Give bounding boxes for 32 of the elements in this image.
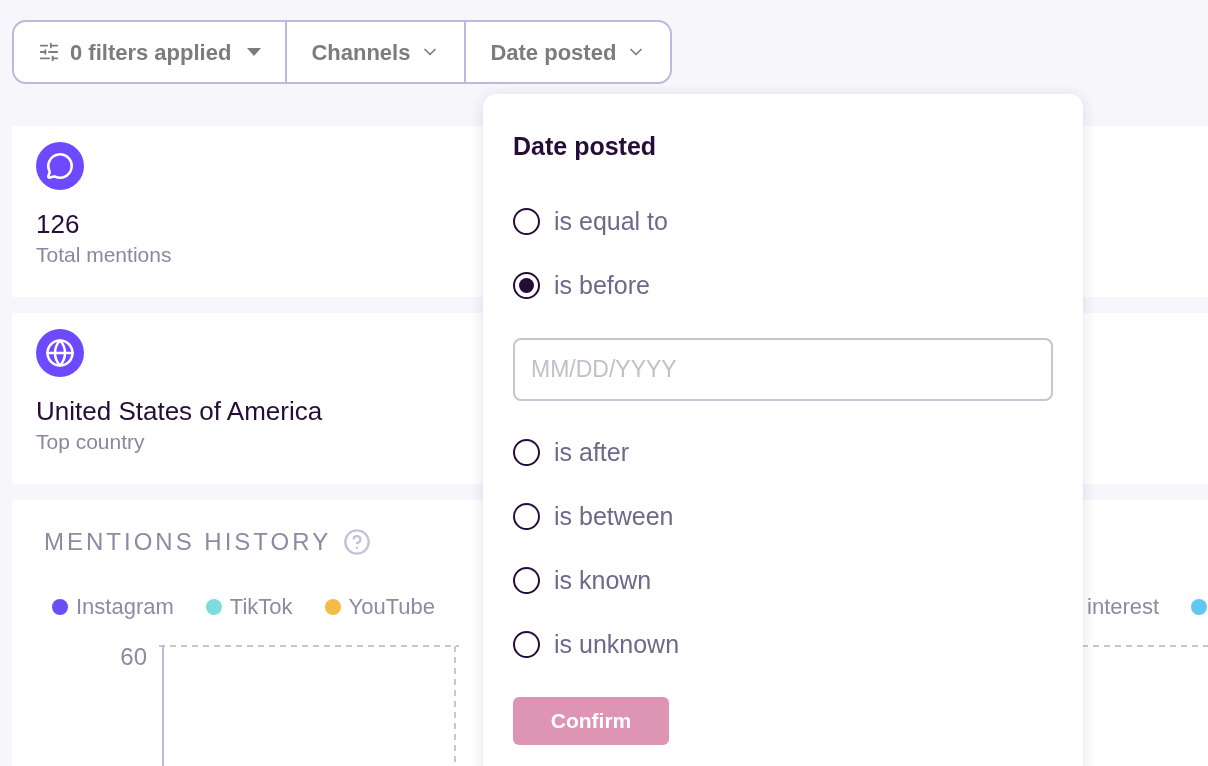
sliders-icon [38,41,60,63]
radio-option[interactable]: is equal to [513,189,668,254]
filter-dropdown[interactable]: Channels [285,22,465,82]
filters-button[interactable]: 0 filters applied [14,22,286,82]
stat-value: 126 [36,208,80,241]
radio-button[interactable] [513,208,540,235]
date-input-field[interactable]: MM/DD/YYYY [513,337,1053,401]
chart-title: MENTIONS HISTORY [44,527,332,557]
radio-button[interactable] [513,503,540,530]
y-axis-label: 60 [119,643,148,672]
filter-dropdown[interactable]: Date posted [464,22,671,82]
popover-title: Date posted [513,131,657,162]
radio-option[interactable]: is known [513,548,652,613]
stat-label: Total mentions [36,242,172,268]
stat-label: Top country [36,429,145,455]
radio-button[interactable] [513,567,540,594]
caret-icon [247,48,262,56]
radio-button[interactable] [513,631,540,658]
stat-value: United States of America [36,395,323,428]
chat-bubble-icon [36,142,84,190]
legend-label: interest [1087,593,1160,621]
legend-label: YouTube [348,593,436,621]
radio-option[interactable]: is unknown [513,612,680,677]
radio-option[interactable]: is before [513,253,650,318]
help-icon [343,528,372,556]
radio-button[interactable] [513,439,540,466]
legend-label: TikTok [229,593,293,621]
globe-icon [36,329,84,377]
radio-button[interactable] [513,272,540,299]
radio-option[interactable]: is after [513,420,630,485]
legend-label: Instagram [76,593,174,621]
radio-option[interactable]: is between [513,484,674,549]
